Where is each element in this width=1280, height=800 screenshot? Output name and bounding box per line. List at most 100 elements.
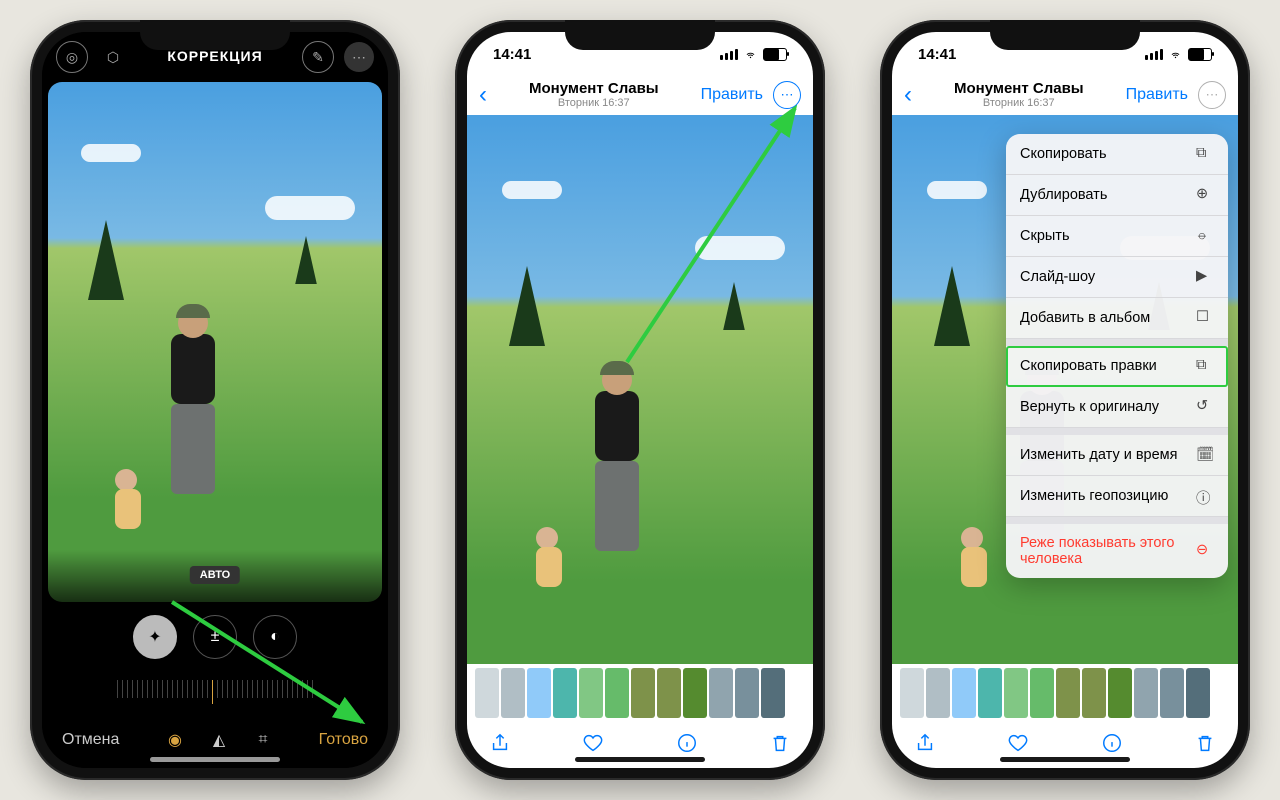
menu-copy-edits[interactable]: Скопировать правки⧉ [1006,346,1228,387]
revert-icon: ↺ [1196,398,1214,416]
menu-add-album[interactable]: Добавить в альбом☐ [1006,298,1228,339]
edit-mode-tabs: ◉ ◭ ⌗ [164,729,274,751]
share-button[interactable] [489,732,511,759]
adjustment-slider[interactable] [42,672,388,712]
favorite-button[interactable] [582,732,604,759]
thumbnail[interactable] [605,668,629,718]
location-icon: ⓘ [1196,487,1214,505]
brilliance-dial[interactable]: ◐ [253,615,297,659]
photo-fullview[interactable] [467,115,813,664]
status-time: 14:41 [918,46,956,63]
menu-duplicate[interactable]: Дублировать⊕ [1006,175,1228,216]
menu-slideshow[interactable]: Слайд-шоу▶ [1006,257,1228,298]
thumbnail[interactable] [657,668,681,718]
photo-datetime: Вторник 16:37 [487,97,701,109]
photo-location: Монумент Славы [487,80,701,97]
more-options-button[interactable]: ⋯ [773,81,801,109]
menu-adjust-location[interactable]: Изменить геопозициюⓘ [1006,476,1228,517]
edit-title: КОРРЕКЦИЯ [167,48,262,64]
thumbnail[interactable] [631,668,655,718]
thumbnail[interactable] [952,668,976,718]
context-menu: Скопировать⧉ Дублировать⊕ Скрыть⦵ Слайд-… [1006,134,1228,578]
status-time: 14:41 [493,46,531,63]
info-button[interactable] [1101,732,1123,759]
photo-title-block: Монумент Славы Вторник 16:37 [912,80,1126,109]
person-minus-icon: ⊖ [1196,542,1214,560]
device-notch [990,20,1140,50]
edit-button[interactable]: Править [701,86,763,104]
done-button[interactable]: Готово [319,731,368,749]
thumbnail[interactable] [735,668,759,718]
photo-nav-bar: ‹ Монумент Славы Вторник 16:37 Править ⋯ [892,76,1238,115]
battery-icon [763,48,787,61]
thumbnail[interactable] [1160,668,1184,718]
filters-tab-icon[interactable]: ◭ [208,729,230,751]
phone-mockup-1: ◎ ⬡ КОРРЕКЦИЯ ✎ ⋯ АВТО ✦ ± ◐ [30,20,400,780]
photo-nav-bar: ‹ Монумент Славы Вторник 16:37 Править ⋯ [467,76,813,115]
wifi-icon [743,49,758,60]
trash-button[interactable] [1194,732,1216,759]
live-photo-icon[interactable]: ◎ [56,41,88,73]
edit-button[interactable]: Править [1126,86,1188,104]
thumbnail[interactable] [1186,668,1210,718]
thumbnail[interactable] [761,668,785,718]
more-icon[interactable]: ⋯ [344,42,374,72]
info-button[interactable] [676,732,698,759]
thumbnail[interactable] [1056,668,1080,718]
home-indicator [575,757,705,762]
thumbnail[interactable] [501,668,525,718]
crop-tab-icon[interactable]: ⌗ [252,729,274,751]
home-indicator [150,757,280,762]
cancel-button[interactable]: Отмена [62,731,119,749]
screen-photo-detail-menu: 14:41 ‹ Монумент Славы Вторник 16:37 Пра… [892,32,1238,768]
portrait-icon[interactable]: ⬡ [98,42,128,72]
photo-title-block: Монумент Славы Вторник 16:37 [487,80,701,109]
thumbnail[interactable] [1134,668,1158,718]
menu-adjust-date[interactable]: Изменить дату и время🗓 [1006,435,1228,476]
more-options-button[interactable]: ⋯ [1198,81,1226,109]
menu-copy[interactable]: Скопировать⧉ [1006,134,1228,175]
cellular-icon [1145,49,1163,60]
thumbnail[interactable] [683,668,707,718]
share-button[interactable] [914,732,936,759]
auto-label: АВТО [190,566,240,584]
thumbnail-strip[interactable] [467,664,813,722]
menu-hide[interactable]: Скрыть⦵ [1006,216,1228,257]
thumbnail[interactable] [527,668,551,718]
thumbnail[interactable] [978,668,1002,718]
thumbnail[interactable] [1030,668,1054,718]
trash-button[interactable] [769,732,791,759]
thumbnail[interactable] [1004,668,1028,718]
thumbnail-strip[interactable] [892,664,1238,722]
menu-feature-less[interactable]: Реже показывать этого человека⊖ [1006,524,1228,578]
toddler-figure [115,469,141,529]
auto-enhance-dial[interactable]: ✦ [133,615,177,659]
device-notch [565,20,715,50]
menu-revert[interactable]: Вернуть к оригиналу↺ [1006,387,1228,428]
wifi-icon [1168,49,1183,60]
screen-photo-detail: 14:41 ‹ Монумент Славы Вторник 16:37 Пра… [467,32,813,768]
device-notch [140,20,290,50]
thumbnail[interactable] [1082,668,1106,718]
thumbnail[interactable] [553,668,577,718]
thumbnail[interactable] [475,668,499,718]
album-icon: ☐ [1196,309,1214,327]
adjust-tab-icon[interactable]: ◉ [164,729,186,751]
thumbnail[interactable] [579,668,603,718]
favorite-button[interactable] [1007,732,1029,759]
back-button[interactable]: ‹ [479,81,487,109]
copy-edits-icon: ⧉ [1196,357,1214,375]
battery-icon [1188,48,1212,61]
markup-icon[interactable]: ✎ [302,41,334,73]
cellular-icon [720,49,738,60]
hide-icon: ⦵ [1196,227,1214,245]
thumbnail[interactable] [926,668,950,718]
thumbnail[interactable] [709,668,733,718]
home-indicator [1000,757,1130,762]
thumbnail[interactable] [900,668,924,718]
exposure-dial[interactable]: ± [193,615,237,659]
person-figure [168,308,218,508]
back-button[interactable]: ‹ [904,81,912,109]
thumbnail[interactable] [1108,668,1132,718]
screen-edit-mode: ◎ ⬡ КОРРЕКЦИЯ ✎ ⋯ АВТО ✦ ± ◐ [42,32,388,768]
